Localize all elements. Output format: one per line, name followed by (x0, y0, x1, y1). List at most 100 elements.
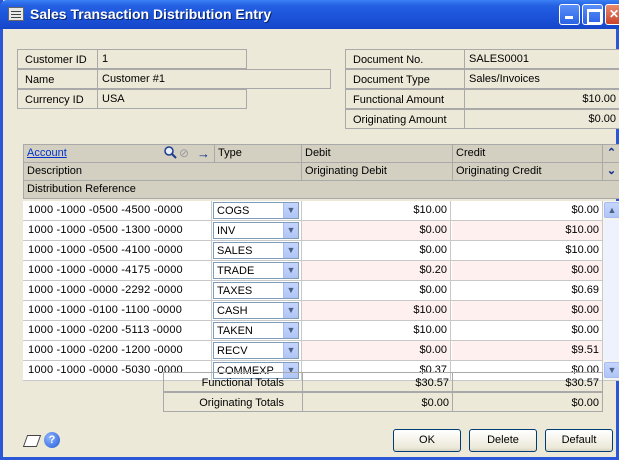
type-select[interactable]: TAKEN ▼ (213, 322, 299, 339)
credit-cell[interactable]: $10.00 (452, 241, 602, 260)
type-select[interactable]: TAXES ▼ (213, 282, 299, 299)
type-value: CASH (217, 305, 248, 317)
chevron-down-icon[interactable]: ▼ (283, 323, 298, 338)
scroll-up-icon[interactable]: ▲ (604, 202, 619, 218)
collapse-rows-icon[interactable]: ⌃ (603, 145, 619, 162)
debit-cell[interactable]: $0.00 (301, 281, 451, 300)
chevron-down-icon[interactable]: ▼ (283, 243, 298, 258)
credit-cell[interactable]: $0.00 (452, 301, 602, 320)
table-row[interactable]: 1000 -1000 -0200 -5113 -0000 TAKEN ▼ $10.… (23, 321, 619, 341)
type-value: SALES (217, 245, 253, 257)
credit-cell[interactable]: $0.00 (452, 321, 602, 340)
chevron-down-icon[interactable]: ▼ (283, 223, 298, 238)
scroll-track[interactable] (604, 220, 619, 360)
functional-amount-label: Functional Amount (345, 89, 464, 109)
type-select[interactable]: RECV ▼ (213, 342, 299, 359)
close-button[interactable] (605, 4, 619, 25)
originating-totals-label: Originating Totals (163, 392, 302, 412)
credit-cell[interactable]: $9.51 (452, 341, 602, 360)
debit-cell[interactable]: $0.20 (301, 261, 451, 280)
name-label: Name (17, 69, 97, 89)
scroll-down-icon[interactable]: ▼ (604, 362, 619, 378)
account-cell[interactable]: 1000 -1000 -0200 -1200 -0000 (23, 341, 212, 360)
debit-cell[interactable]: $0.00 (301, 341, 451, 360)
search-icon[interactable] (163, 145, 177, 159)
originating-debit-column-header: Originating Debit (302, 163, 453, 180)
ok-button[interactable]: OK (393, 429, 461, 452)
account-cell[interactable]: 1000 -1000 -0500 -4100 -0000 (23, 241, 212, 260)
chevron-down-icon[interactable]: ▼ (283, 283, 298, 298)
help-icon[interactable]: ? (44, 432, 60, 448)
window-title: Sales Transaction Distribution Entry (30, 6, 272, 22)
originating-debit-total: $0.00 (302, 392, 453, 412)
debit-cell[interactable]: $0.00 (301, 221, 451, 240)
debit-cell[interactable]: $10.00 (301, 321, 451, 340)
type-select[interactable]: SALES ▼ (213, 242, 299, 259)
chevron-down-icon[interactable]: ▼ (283, 303, 298, 318)
table-row[interactable]: 1000 -1000 -0500 -1300 -0000 INV ▼ $0.00 … (23, 221, 619, 241)
window-app-icon[interactable] (8, 7, 24, 21)
grid-vertical-scrollbar[interactable]: ▲ ▼ (602, 201, 619, 380)
grid-header-row-2: Description Originating Debit Originatin… (23, 162, 619, 181)
arrow-right-icon[interactable]: → (197, 145, 211, 162)
delete-button[interactable]: Delete (469, 429, 537, 452)
distribution-reference-column-header: Distribution Reference (27, 183, 136, 195)
credit-cell[interactable]: $10.00 (452, 221, 602, 240)
debit-cell[interactable]: $0.00 (301, 241, 451, 260)
table-row[interactable]: 1000 -1000 -0500 -4500 -0000 COGS ▼ $10.0… (23, 201, 619, 221)
functional-credit-total: $30.57 (452, 372, 603, 392)
minimize-button[interactable] (559, 4, 580, 25)
type-select[interactable]: COGS ▼ (213, 202, 299, 219)
functional-amount-field: $10.00 (464, 89, 619, 109)
originating-amount-label: Originating Amount (345, 109, 464, 129)
chevron-down-icon[interactable]: ▼ (283, 343, 298, 358)
chevron-down-icon[interactable]: ▼ (283, 263, 298, 278)
account-cell[interactable]: 1000 -1000 -0000 -4175 -0000 (23, 261, 212, 280)
account-lookup-group: ⊘ → (159, 145, 215, 162)
document-type-label: Document Type (345, 69, 464, 89)
account-cell[interactable]: 1000 -1000 -0000 -2292 -0000 (23, 281, 212, 300)
account-cell[interactable]: 1000 -1000 -0500 -4500 -0000 (23, 201, 212, 220)
name-field: Customer #1 (97, 69, 331, 89)
table-row[interactable]: 1000 -1000 -0200 -1200 -0000 RECV ▼ $0.00… (23, 341, 619, 361)
grid-header-row-1: Account ⊘ → Type Debit Credit ⌃ (23, 144, 619, 163)
account-cell[interactable]: 1000 -1000 -0100 -1100 -0000 (23, 301, 212, 320)
account-cell[interactable]: 1000 -1000 -0200 -5113 -0000 (23, 321, 212, 340)
type-value: RECV (217, 345, 248, 357)
credit-cell[interactable]: $0.69 (452, 281, 602, 300)
functional-totals-label: Functional Totals (163, 372, 302, 392)
customer-id-label: Customer ID (17, 49, 97, 69)
description-column-header: Description (24, 163, 302, 180)
debit-column-header: Debit (302, 145, 453, 162)
type-select[interactable]: CASH ▼ (213, 302, 299, 319)
document-no-field: SALES0001 (464, 49, 619, 69)
type-value: TRADE (217, 265, 255, 277)
debit-cell[interactable]: $10.00 (301, 301, 451, 320)
type-select[interactable]: INV ▼ (213, 222, 299, 239)
expand-rows-icon[interactable]: ⌄ (603, 163, 619, 180)
document-type-field: Sales/Invoices (464, 69, 619, 89)
grid-header-row-3: Distribution Reference (23, 180, 619, 199)
type-select[interactable]: TRADE ▼ (213, 262, 299, 279)
credit-cell[interactable]: $0.00 (452, 201, 602, 220)
type-column-header: Type (215, 145, 302, 162)
document-no-label: Document No. (345, 49, 464, 69)
account-cell[interactable]: 1000 -1000 -0500 -1300 -0000 (23, 221, 212, 240)
table-row[interactable]: 1000 -1000 -0100 -1100 -0000 CASH ▼ $10.0… (23, 301, 619, 321)
credit-column-header: Credit (453, 145, 603, 162)
expand-account-icon[interactable]: ⊘ (179, 146, 193, 160)
debit-cell[interactable]: $10.00 (301, 201, 451, 220)
credit-cell[interactable]: $0.00 (452, 261, 602, 280)
chevron-down-icon[interactable]: ▼ (283, 203, 298, 218)
type-value: INV (217, 225, 236, 237)
distribution-entry-window: Sales Transaction Distribution Entry Cus… (0, 0, 619, 460)
maximize-button[interactable] (582, 4, 603, 25)
title-bar[interactable]: Sales Transaction Distribution Entry (0, 0, 619, 29)
table-row[interactable]: 1000 -1000 -0000 -2292 -0000 TAXES ▼ $0.0… (23, 281, 619, 301)
table-row[interactable]: 1000 -1000 -0000 -4175 -0000 TRADE ▼ $0.2… (23, 261, 619, 281)
account-column-header[interactable]: Account (24, 145, 159, 162)
table-row[interactable]: 1000 -1000 -0500 -4100 -0000 SALES ▼ $0.0… (23, 241, 619, 261)
default-button[interactable]: Default (545, 429, 613, 452)
notebook-icon[interactable] (22, 435, 42, 447)
type-value: COGS (217, 205, 250, 217)
